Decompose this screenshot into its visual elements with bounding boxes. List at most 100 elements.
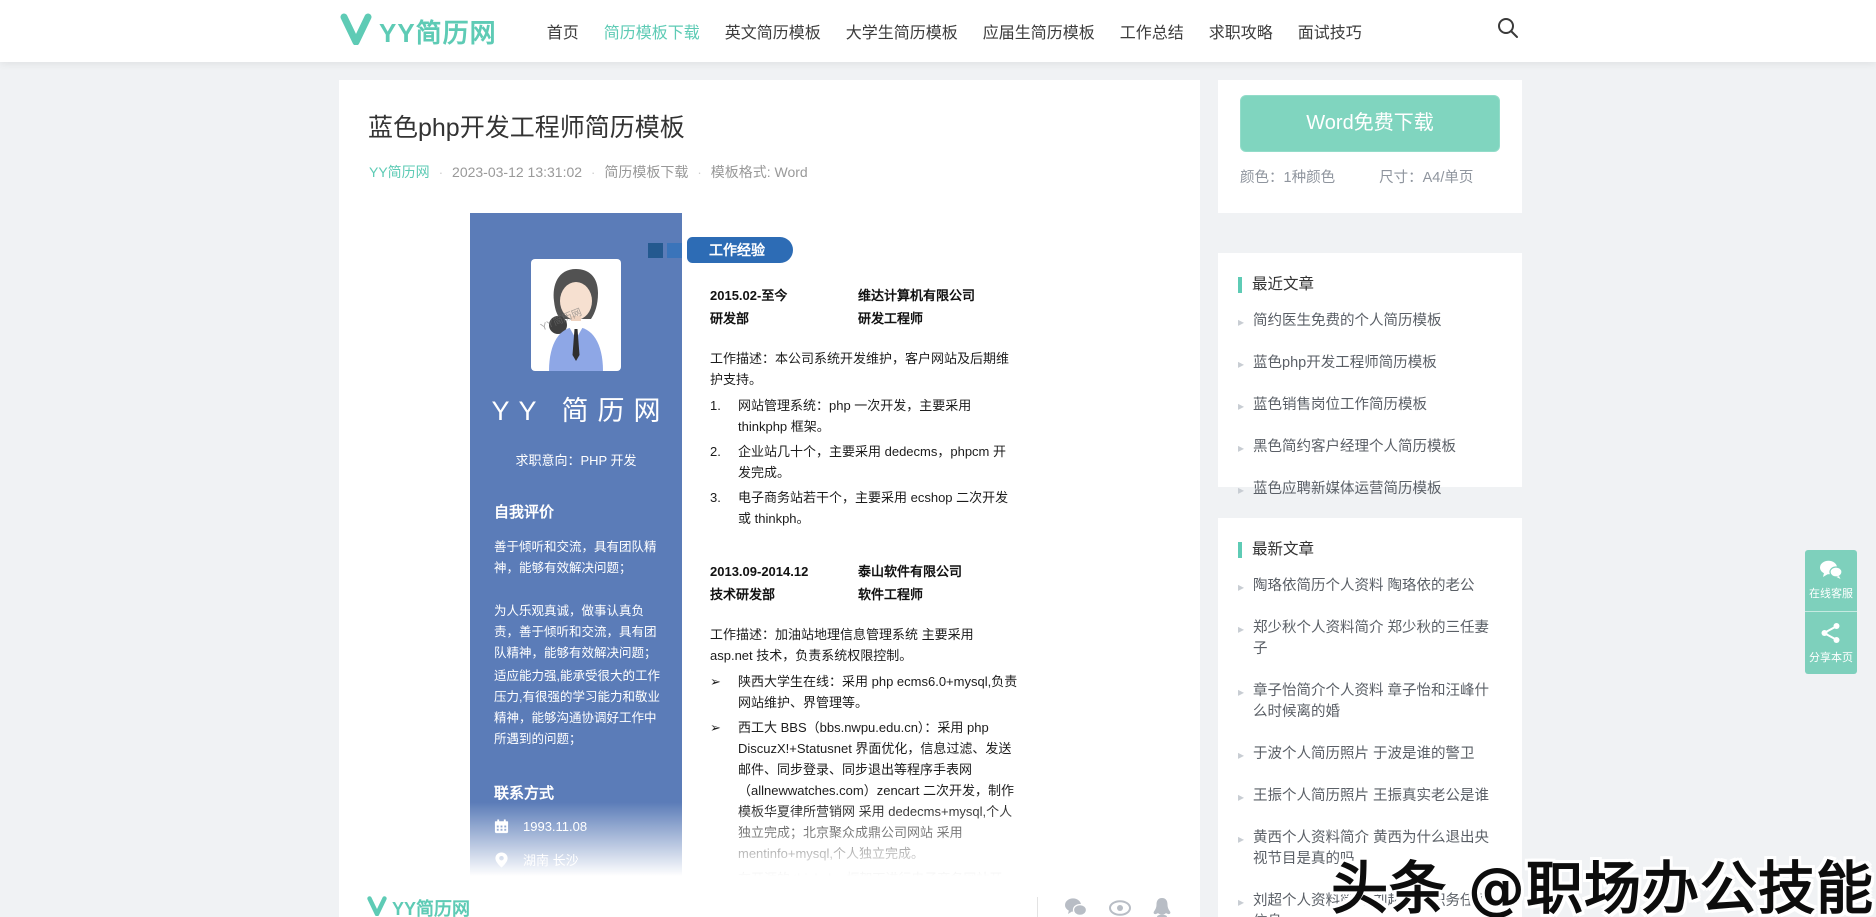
contact-location: 湖南 长沙 [523,850,579,869]
share-icon [1820,622,1842,644]
contact-row-location: 湖南 长沙 [494,850,682,869]
list-item[interactable]: 郑少秋个人资料简介 郑少秋的三任妻子 [1238,618,1502,660]
calendar-icon [494,819,509,834]
weibo-icon[interactable] [1108,897,1132,917]
resume-objective: 求职意向：PHP 开发 [470,450,682,469]
nav-item-resume-download[interactable]: 简历模板下载 [604,19,700,43]
contact-row-birthday: 1993.11.08 [494,819,682,834]
job-description: 工作描述：本公司系统开发维护，客户网站及后期维护支持。 [710,348,1018,390]
job-bullet: ➢陕西大学生在线：采用 php ecms6.0+mysql,负责网站维护、界管理… [710,671,1018,713]
spec-color: 颜色：1种颜色 [1240,166,1335,187]
article-footer: YY简历网 [339,886,1200,917]
resume-right-column: 工作经验 2015.02-至今 维达计算机有限公司 研发部 研发工程师 工作描述… [682,213,1038,897]
job-role: 软件工程师 [858,586,1018,604]
recent-articles-heading: 最近文章 [1238,277,1502,293]
job-description: 工作描述：加油站地理信息管理系统 主要采用 asp.net 技术，负责系统权限控… [710,624,1018,666]
footer-share-icons [1037,897,1172,917]
site-header: YY简历网 首页 简历模板下载 英文简历模板 大学生简历模板 应届生简历模板 工… [0,0,1876,62]
logo-v-icon [340,13,372,50]
list-item[interactable]: 蓝色php开发工程师简历模板 [1238,353,1502,374]
list-item[interactable]: 于波个人简历照片 于波是谁的警卫 [1238,744,1502,765]
meta-format: 模板格式: Word [711,162,808,182]
wechat-icon[interactable] [1064,897,1088,917]
meta-source-link[interactable]: YY简历网 [369,162,430,182]
list-item[interactable]: 简约医生免费的个人简历模板 [1238,311,1502,332]
list-item[interactable]: 黑色简约客户经理个人简历模板 [1238,437,1502,458]
site-logo[interactable]: YY简历网 [340,13,497,50]
self-eval-paragraph: 适应能力强,能承受很大的工作压力,有很强的学习能力和敬业精神，能够沟通协调好工作… [494,666,660,750]
job-role: 研发工程师 [858,310,1018,328]
nav-item-home[interactable]: 首页 [547,19,579,43]
meta-separator: · [697,165,701,180]
self-eval-paragraph: 为人乐观真诚，做事认真负责，善于倾听和交流，具有团队精神，能够有效解决问题； [494,601,660,664]
job-company: 泰山软件有限公司 [858,563,1018,581]
list-item[interactable]: 陶珞依简历个人资料 陶珞依的老公 [1238,576,1502,597]
online-service-label: 在线客服 [1809,585,1853,601]
resume-contact-heading: 联系方式 [494,782,658,803]
article-card: 蓝色php开发工程师简历模板 YY简历网 · 2023-03-12 13:31:… [339,80,1200,917]
avatar: YY简历网 [531,259,621,371]
list-item[interactable]: 蓝色销售岗位工作简历模板 [1238,395,1502,416]
resume-name: YY 简历网 [470,389,682,428]
list-item[interactable]: 章子怡简介个人资料 章子怡和汪峰什么时候离的婚 [1238,681,1502,723]
nav-item-job-guide[interactable]: 求职攻略 [1209,19,1273,43]
meta-separator: · [591,165,595,180]
meta-category-link[interactable]: 简历模板下载 [604,162,688,182]
ribbon-square-dark [648,243,663,258]
resume-work-section-ribbon: 工作经验 [648,237,1018,263]
ribbon-square-light [667,243,682,258]
nav-item-work-summary[interactable]: 工作总结 [1120,19,1184,43]
job-bullet: ➢西工大 BBS（bbs.nwpu.edu.cn）：采用 php DiscuzX… [710,717,1018,864]
article-meta: YY简历网 · 2023-03-12 13:31:02 · 简历模板下载 · 模… [369,162,1200,182]
share-page-label: 分享本页 [1809,649,1853,665]
list-item[interactable]: 刘超个人资料简介 刘超担任职务任免信息 [1238,891,1502,917]
list-item[interactable]: 蓝色应聘新媒体运营简历模板 [1238,479,1502,500]
job-date: 2013.09-2014.12 [710,563,858,581]
footer-divider [1037,897,1038,917]
job-entry: 2015.02-至今 维达计算机有限公司 研发部 研发工程师 工作描述：本公司系… [710,287,1018,529]
resume-self-eval-heading: 自我评价 [494,501,658,522]
nav-item-graduate-resume[interactable]: 应届生简历模板 [983,19,1095,43]
nav-item-english-resume[interactable]: 英文简历模板 [725,19,821,43]
job-bullet: 2.企业站几十个，主要采用 dedecms，phpcm 开发完成。 [710,441,1018,483]
latest-articles-list: 陶珞依简历个人资料 陶珞依的老公 郑少秋个人资料简介 郑少秋的三任妻子 章子怡简… [1238,576,1502,917]
resume-work-heading: 工作经验 [687,237,793,263]
job-bullet: 3.电子商务站若干个，主要采用 ecshop 二次开发或 thinkph。 [710,487,1018,529]
download-card: Word免费下载 颜色：1种颜色 尺寸：A4/单页 [1218,80,1522,213]
qq-icon[interactable] [1152,897,1172,917]
resume-preview: YY简历网 YY 简历网 求职意向：PHP 开发 自我评价 善于倾听和交流，具有… [470,213,1038,897]
word-download-button[interactable]: Word免费下载 [1240,95,1500,152]
job-bullet: 1.网站管理系统：php 一次开发，主要采用 thinkphp 框架。 [710,395,1018,437]
job-dept: 研发部 [710,310,858,328]
job-dept: 技术研发部 [710,586,858,604]
main-nav: 首页 简历模板下载 英文简历模板 大学生简历模板 应届生简历模板 工作总结 求职… [547,19,1362,43]
footer-logo[interactable]: YY简历网 [367,895,470,917]
job-date: 2015.02-至今 [710,287,858,305]
page-title: 蓝色php开发工程师简历模板 [339,80,1200,144]
nav-item-college-resume[interactable]: 大学生简历模板 [846,19,958,43]
latest-articles-card: 最新文章 陶珞依简历个人资料 陶珞依的老公 郑少秋个人资料简介 郑少秋的三任妻子… [1218,518,1522,917]
meta-separator: · [439,165,443,180]
list-item[interactable]: 黄西个人资料简介 黄西为什么退出央视节目是真的吗 [1238,828,1502,870]
resume-left-column: YY简历网 YY 简历网 求职意向：PHP 开发 自我评价 善于倾听和交流，具有… [470,213,682,897]
location-icon [494,852,509,868]
self-eval-paragraph: 善于倾听和交流，具有团队精神，能够有效解决问题； [494,537,660,579]
spec-size: 尺寸：A4/单页 [1379,166,1473,187]
search-icon[interactable] [1496,16,1524,44]
list-item[interactable]: 王振个人简历照片 王振真实老公是谁 [1238,786,1502,807]
logo-v-icon [367,896,387,917]
meta-date: 2023-03-12 13:31:02 [452,164,582,180]
recent-articles-card: 最近文章 简约医生免费的个人简历模板 蓝色php开发工程师简历模板 蓝色销售岗位… [1218,253,1522,487]
template-specs: 颜色：1种颜色 尺寸：A4/单页 [1218,166,1522,187]
job-entry: 2013.09-2014.12 泰山软件有限公司 技术研发部 软件工程师 工作描… [710,563,1018,910]
job-company: 维达计算机有限公司 [858,287,1018,305]
nav-item-interview-tips[interactable]: 面试技巧 [1298,19,1362,43]
recent-articles-list: 简约医生免费的个人简历模板 蓝色php开发工程师简历模板 蓝色销售岗位工作简历模… [1238,311,1502,500]
footer-logo-text: YY简历网 [392,895,470,917]
latest-articles-heading: 最新文章 [1238,542,1502,558]
contact-birthday: 1993.11.08 [523,819,587,834]
online-service-button[interactable]: 在线客服 [1805,550,1857,612]
logo-text: YY简历网 [379,13,497,50]
chat-icon [1819,560,1843,580]
share-page-button[interactable]: 分享本页 [1805,612,1857,674]
